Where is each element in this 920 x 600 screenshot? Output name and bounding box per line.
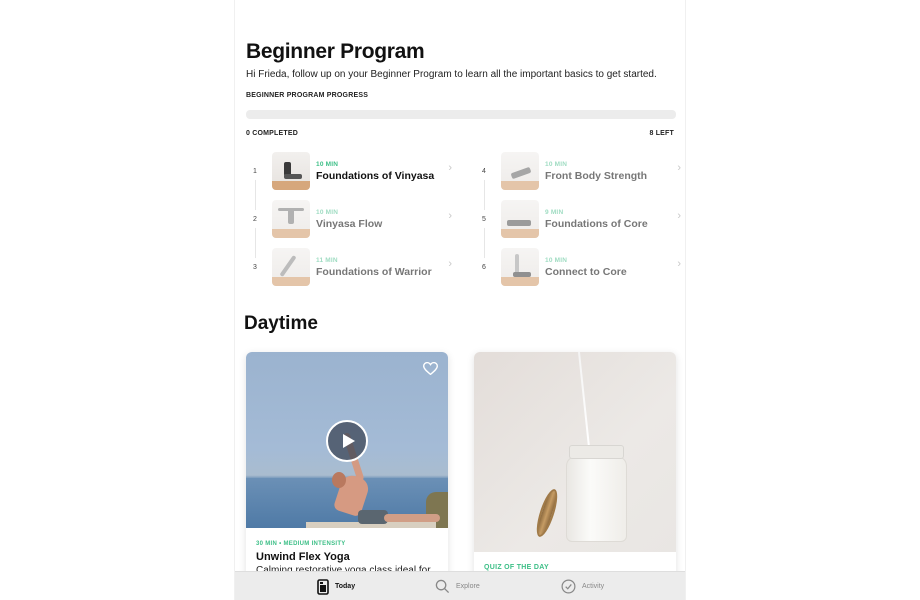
page-title: Beginner Program [246,40,425,63]
lesson-thumbnail [272,200,310,238]
progress-label: BEGINNER PROGRAM PROGRESS [246,92,369,99]
today-icon [317,578,329,595]
lesson-item[interactable]: 5 9 MIN Foundations of Core › [472,200,685,248]
lesson-number: 5 [472,210,496,228]
chevron-right-icon: › [677,258,681,270]
page-subtitle: Hi Frieda, follow up on your Beginner Pr… [246,69,657,80]
search-icon [435,579,450,594]
lesson-column-right: 4 10 MIN Front Body Strength › 5 9 MIN F… [472,152,685,296]
tab-label: Today [335,583,356,590]
lesson-thumbnail [272,152,310,190]
lesson-item[interactable]: 2 10 MIN Vinyasa Flow › [243,200,458,248]
today-screen: Beginner Program Hi Frieda, follow up on… [234,0,686,600]
video-thumbnail [246,352,448,528]
lesson-number: 4 [472,162,496,180]
play-icon [342,434,355,448]
tab-label: Activity [582,583,605,590]
tab-today[interactable]: Today [317,572,355,600]
lesson-number: 1 [243,162,267,180]
lesson-duration: 10 MIN [316,208,339,216]
lesson-duration: 10 MIN [316,160,339,168]
lesson-item[interactable]: 1 10 MIN Foundations of Vinyasa › [243,152,458,200]
lesson-item[interactable]: 4 10 MIN Front Body Strength › [472,152,685,200]
quiz-card[interactable]: QUIZ OF THE DAY [474,352,676,592]
lesson-title: Foundations of Vinyasa [316,169,435,182]
lesson-thumbnail [501,152,539,190]
lesson-duration: 10 MIN [545,160,568,168]
chevron-right-icon: › [677,210,681,222]
completed-count: 0 COMPLETED [246,130,298,137]
program-progress-bar [246,110,676,119]
chevron-right-icon: › [677,162,681,174]
lesson-item[interactable]: 3 11 MIN Foundations of Warrior › [243,248,458,296]
lesson-title: Vinyasa Flow [316,217,383,230]
lesson-column-left: 1 10 MIN Foundations of Vinyasa › 2 10 M… [243,152,458,296]
video-title: Unwind Flex Yoga [256,551,350,563]
chevron-right-icon: › [448,258,452,270]
quiz-label: QUIZ OF THE DAY [484,564,549,571]
lesson-title: Foundations of Warrior [316,265,432,278]
check-circle-icon [561,579,576,594]
lesson-duration: 11 MIN [316,256,338,264]
play-button[interactable] [326,420,368,462]
video-card[interactable]: 30 MIN • MEDIUM INTENSITY Unwind Flex Yo… [246,352,448,592]
lesson-number: 3 [243,258,267,276]
quiz-image [474,352,676,552]
remaining-count: 8 LEFT [649,130,674,137]
tab-activity[interactable]: Activity [561,572,604,600]
lesson-number: 2 [243,210,267,228]
chevron-right-icon: › [448,162,452,174]
bottom-tab-bar: Today Explore Activity [235,571,685,600]
lesson-title: Foundations of Core [545,217,648,230]
lesson-number: 6 [472,258,496,276]
tab-label: Explore [456,583,480,590]
tab-explore[interactable]: Explore [435,572,480,600]
favorite-button[interactable] [423,361,438,380]
video-meta: 30 MIN • MEDIUM INTENSITY [256,541,346,547]
lesson-duration: 10 MIN [545,256,568,264]
lesson-title: Connect to Core [545,265,627,278]
lesson-title: Front Body Strength [545,169,648,182]
section-title-daytime: Daytime [244,313,318,334]
lesson-thumbnail [272,248,310,286]
lesson-item[interactable]: 6 10 MIN Connect to Core › [472,248,685,296]
chevron-right-icon: › [448,210,452,222]
lesson-thumbnail [501,248,539,286]
heart-icon [423,361,438,376]
lesson-duration: 9 MIN [545,208,564,216]
lesson-thumbnail [501,200,539,238]
